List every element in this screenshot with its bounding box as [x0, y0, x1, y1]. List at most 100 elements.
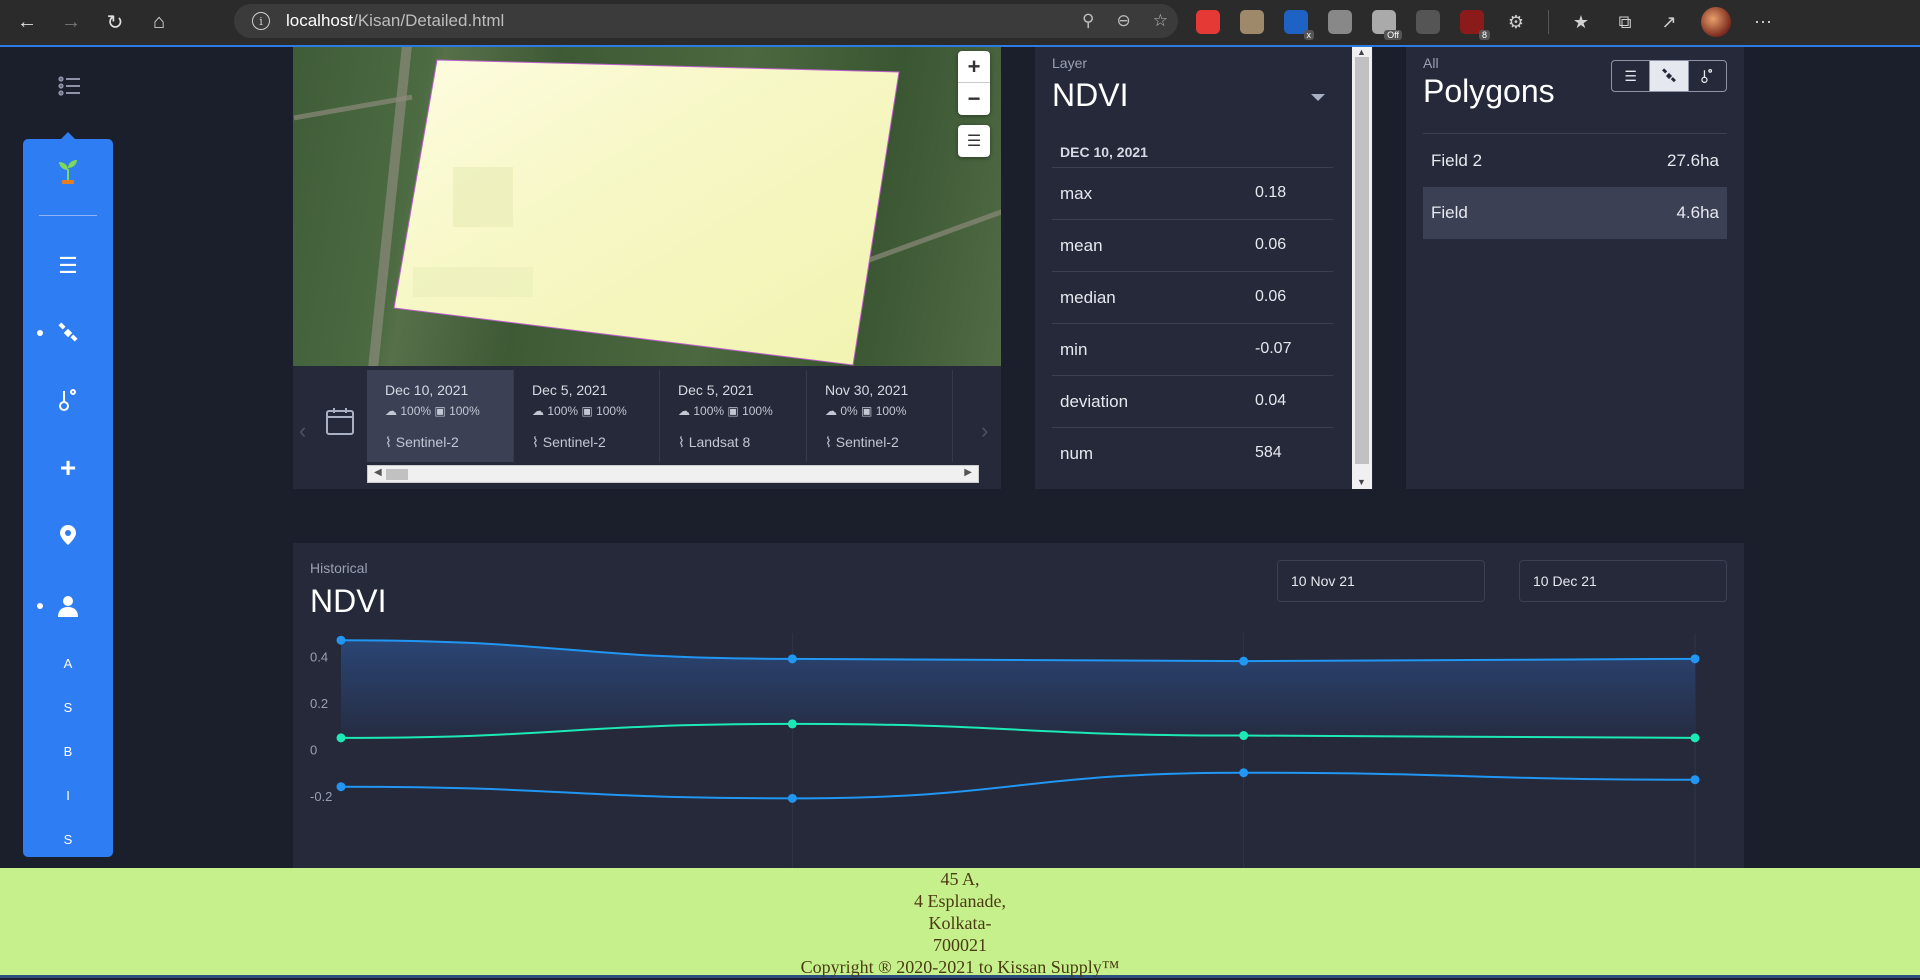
- scroll-up-icon[interactable]: ▲: [1357, 47, 1366, 57]
- date-from-input[interactable]: 10 Nov 21: [1277, 560, 1485, 602]
- data-point[interactable]: [1690, 654, 1700, 664]
- ublock-ext-icon[interactable]: 8: [1460, 10, 1490, 40]
- back-icon[interactable]: ←: [10, 6, 44, 40]
- cart-ext-icon[interactable]: [1416, 10, 1440, 34]
- data-point[interactable]: [1239, 731, 1249, 741]
- data-point[interactable]: [336, 782, 346, 792]
- sidebar-letter[interactable]: S: [23, 700, 113, 715]
- scroll-left-icon[interactable]: ◀: [374, 467, 382, 478]
- add-icon[interactable]: +: [23, 451, 113, 485]
- user-icon[interactable]: [23, 589, 113, 623]
- timeline-tile[interactable]: Dec 5, 2021 ☁ 100% ▣ 100% ⌇ Sentinel-2: [514, 370, 660, 462]
- scroll-right-icon[interactable]: ▶: [964, 467, 972, 478]
- more-options-icon[interactable]: ⋯: [1751, 10, 1775, 34]
- ndvi-history-chart: 0.60.40.20-0.2: [310, 633, 1700, 873]
- dropdown-caret-icon[interactable]: [1311, 94, 1325, 101]
- timeline-next-icon[interactable]: ›: [981, 418, 988, 444]
- ghost-ext-icon[interactable]: [1328, 10, 1352, 34]
- polygon-list-item[interactable]: Field 2 27.6ha: [1423, 135, 1727, 187]
- tile-source: ⌇ Sentinel-2: [385, 434, 459, 451]
- field-polygon[interactable]: [293, 47, 1001, 366]
- sprout-logo-icon[interactable]: [56, 157, 80, 185]
- collections-icon[interactable]: ⧉: [1613, 10, 1637, 34]
- add-favorite-icon[interactable]: ☆: [1153, 11, 1168, 31]
- timeline-tiles: Dec 10, 2021 ☁ 100% ▣ 100% ⌇ Sentinel-2 Dec…: [367, 370, 971, 462]
- sidebar-letter[interactable]: S: [23, 832, 113, 847]
- timeline-tile[interactable]: Dec 5, 2021 ☁ 100% ▣ 100% ⌇ Landsat 8: [660, 370, 807, 462]
- data-point[interactable]: [1690, 733, 1700, 743]
- favorites-icon[interactable]: ★: [1569, 10, 1593, 34]
- data-point[interactable]: [1239, 768, 1249, 778]
- copyright-text: Copyright ® 2020-2021 to Kissan Supply™: [800, 957, 1120, 977]
- extension-badge: Off: [1384, 30, 1402, 40]
- data-point[interactable]: [787, 719, 797, 729]
- cloud-coverage: 0%: [840, 404, 858, 418]
- map-layers-button[interactable]: ☰: [958, 125, 990, 157]
- forward-icon[interactable]: →: [54, 6, 88, 40]
- timeline-tile[interactable]: Nov 30, 2021 ☁ 0% ▣ 100% ⌇ Sentinel-2: [807, 370, 953, 462]
- sidebar-letter[interactable]: B: [23, 744, 113, 759]
- date-to-input[interactable]: 10 Dec 21: [1519, 560, 1727, 602]
- layer-stats-panel: Layer NDVI DEC 10, 2021 max 0.18 mean 0.06 m…: [1035, 47, 1373, 489]
- sidebar-letter[interactable]: A: [23, 656, 113, 671]
- cloud-icon: ☁: [385, 404, 401, 418]
- scroll-down-icon[interactable]: ▼: [1357, 477, 1366, 487]
- data-point[interactable]: [787, 654, 797, 664]
- scrollbar-thumb[interactable]: [386, 469, 408, 480]
- stats-date: DEC 10, 2021: [1060, 144, 1148, 160]
- stat-row: deviation 0.04: [1052, 375, 1333, 427]
- zoom-out-icon[interactable]: ⊖: [1117, 11, 1131, 31]
- polygon-area: 4.6ha: [1676, 203, 1719, 222]
- zoom-in-button[interactable]: +: [958, 51, 990, 83]
- timeline-tile[interactable]: Nov☁ ▣ ⌇: [953, 370, 971, 462]
- home-icon[interactable]: ⌂: [142, 6, 176, 40]
- menu-list-icon[interactable]: [56, 72, 84, 100]
- shield-ext-icon[interactable]: [1196, 10, 1220, 34]
- list-icon[interactable]: ☰: [23, 249, 113, 283]
- timeline-scrollbar[interactable]: ◀ ▶: [367, 465, 979, 483]
- owl-ext-icon[interactable]: [1240, 10, 1264, 34]
- thermometer-icon[interactable]: [23, 383, 113, 417]
- data-point[interactable]: [336, 635, 346, 645]
- address-bar[interactable]: i localhost/Kisan/Detailed.html ⚲ ⊖ ☆: [234, 4, 1178, 38]
- stat-name: num: [1060, 444, 1094, 463]
- tile-date: Nov 30, 2021: [825, 382, 909, 398]
- satellite-map[interactable]: + − ☰: [293, 47, 1001, 366]
- puzzle-icon[interactable]: ⚙: [1504, 10, 1528, 34]
- list-view-button[interactable]: ☰: [1612, 61, 1651, 91]
- satellite-icon[interactable]: [23, 316, 113, 350]
- satellite-view-button[interactable]: [1650, 61, 1689, 91]
- cloud-coverage: 100%: [547, 404, 579, 418]
- key-icon[interactable]: ⚲: [1082, 11, 1094, 31]
- site-info-icon[interactable]: i: [252, 12, 270, 30]
- stat-row: mean 0.06: [1052, 219, 1333, 271]
- timeline-tile[interactable]: Dec 10, 2021 ☁ 100% ▣ 100% ⌇ Sentinel-2: [367, 370, 514, 462]
- polygons-panel: All Polygons ☰ Field 2 27.6ha Field 4.6ha: [1406, 47, 1744, 489]
- timeline-prev-icon[interactable]: ‹: [299, 418, 306, 444]
- hat-ext-icon[interactable]: Off: [1372, 10, 1402, 40]
- profile-avatar[interactable]: [1701, 7, 1731, 37]
- data-point[interactable]: [336, 733, 346, 743]
- side-nav: ☰ + A S B I S: [23, 132, 113, 857]
- layer-select[interactable]: NDVI: [1052, 77, 1128, 114]
- scrollbar-thumb[interactable]: [1355, 57, 1369, 464]
- url-text[interactable]: localhost/Kisan/Detailed.html: [286, 11, 504, 31]
- refresh-icon[interactable]: ↻: [98, 6, 132, 40]
- window-ext-icon[interactable]: x: [1284, 10, 1314, 40]
- data-point[interactable]: [787, 793, 797, 803]
- share-icon[interactable]: ↗: [1657, 10, 1681, 34]
- location-pin-icon[interactable]: [23, 518, 113, 552]
- sidebar-letter[interactable]: I: [23, 788, 113, 803]
- satellite-source: Sentinel-2: [835, 434, 899, 450]
- stats-scrollbar[interactable]: ▲ ▼: [1352, 47, 1372, 489]
- tile-source: ⌇ Landsat 8: [678, 434, 750, 451]
- calendar-icon[interactable]: [325, 406, 355, 436]
- stat-row: min -0.07: [1052, 323, 1333, 375]
- signal-icon: ⌇: [385, 434, 396, 450]
- stat-name: deviation: [1060, 392, 1129, 411]
- data-point[interactable]: [1239, 656, 1249, 666]
- data-point[interactable]: [1690, 775, 1700, 785]
- thermometer-view-button[interactable]: [1689, 61, 1726, 91]
- polygon-list-item[interactable]: Field 4.6ha: [1423, 187, 1727, 239]
- zoom-out-button[interactable]: −: [958, 83, 990, 115]
